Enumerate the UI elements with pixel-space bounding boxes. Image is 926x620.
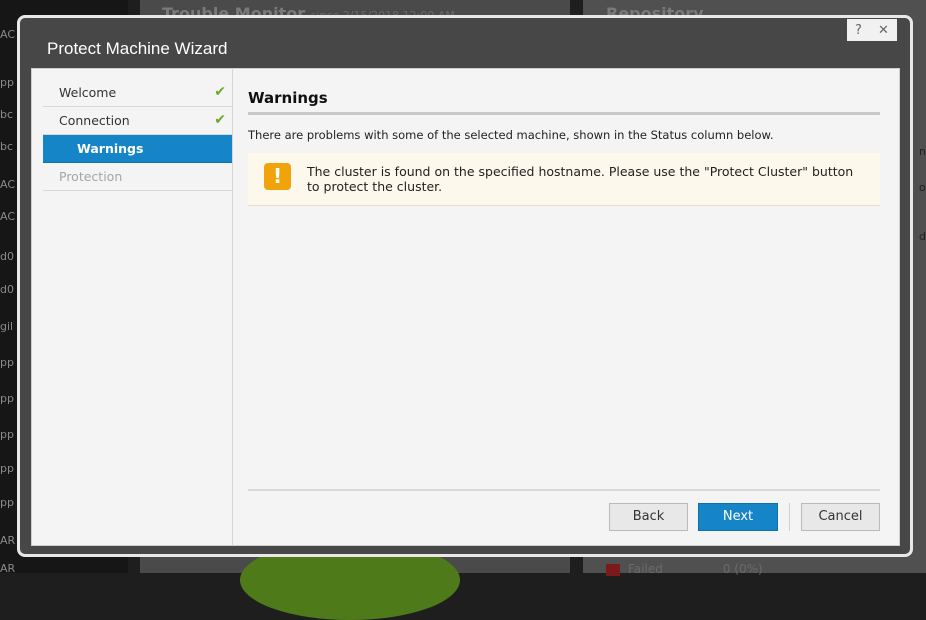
bg-fragment: AC	[0, 178, 16, 191]
step-connection[interactable]: Connection ✔	[43, 107, 232, 135]
legend-failed-value: 0 (0%)	[722, 562, 763, 576]
help-icon[interactable]: ?	[855, 23, 862, 38]
warning-message-text: The cluster is found on the specified ho…	[307, 164, 854, 194]
warning-icon: !	[264, 163, 291, 190]
dialog-body: Welcome ✔ Connection ✔ Warnings Protecti…	[31, 68, 900, 546]
warning-message-box: ! The cluster is found on the specified …	[248, 153, 880, 206]
bg-fragment: AC	[0, 210, 16, 223]
bg-fragment: pp	[0, 356, 14, 369]
bg-fragment: n	[919, 145, 926, 158]
bg-fragment: pp	[0, 428, 14, 441]
bg-fragment: o	[919, 181, 926, 194]
close-icon[interactable]: ✕	[878, 23, 889, 38]
wizard-content: Warnings There are problems with some of…	[248, 69, 880, 545]
legend-failed-label: Failed	[628, 562, 663, 576]
bg-fragment: bc	[0, 108, 14, 121]
bg-fragment: pp	[0, 496, 14, 509]
legend-failed: Failed 0 (0%)	[606, 562, 763, 576]
bg-fragment: d0	[0, 283, 14, 296]
page-title: Warnings	[248, 89, 880, 115]
step-protection: Protection	[43, 163, 232, 191]
bg-fragment: gil	[0, 320, 14, 333]
bg-fragment: AR	[0, 534, 16, 547]
dialog-title: Protect Machine Wizard	[47, 39, 228, 58]
wizard-steps-sidebar: Welcome ✔ Connection ✔ Warnings Protecti…	[32, 69, 233, 545]
bg-fragment: d	[919, 230, 926, 243]
title-controls: ? ✕	[847, 19, 897, 41]
bg-fragment: pp	[0, 76, 14, 89]
step-welcome[interactable]: Welcome ✔	[43, 79, 232, 107]
step-warnings[interactable]: Warnings	[43, 135, 232, 163]
checkmark-icon: ✔	[214, 84, 226, 100]
footer-divider	[248, 489, 880, 491]
step-label: Protection	[59, 169, 123, 184]
legend-failed-swatch	[606, 563, 620, 576]
bg-fragment: AR	[0, 562, 16, 575]
next-button[interactable]: Next	[698, 503, 778, 531]
warnings-description: There are problems with some of the sele…	[248, 128, 774, 142]
cancel-button[interactable]: Cancel	[801, 503, 880, 531]
bg-fragment: AC	[0, 28, 16, 41]
protect-machine-wizard-dialog: Protect Machine Wizard ? ✕ Welcome ✔ Con…	[17, 15, 913, 557]
back-button[interactable]: Back	[609, 503, 688, 531]
bg-fragment: d0	[0, 250, 14, 263]
bg-fragment: pp	[0, 392, 14, 405]
button-divider	[789, 503, 790, 531]
step-label: Connection	[59, 113, 130, 128]
bg-fragment: pp	[0, 462, 14, 475]
bg-fragment: bc	[0, 140, 14, 153]
step-label: Welcome	[59, 85, 117, 100]
step-label: Warnings	[77, 141, 144, 156]
checkmark-icon: ✔	[214, 112, 226, 128]
